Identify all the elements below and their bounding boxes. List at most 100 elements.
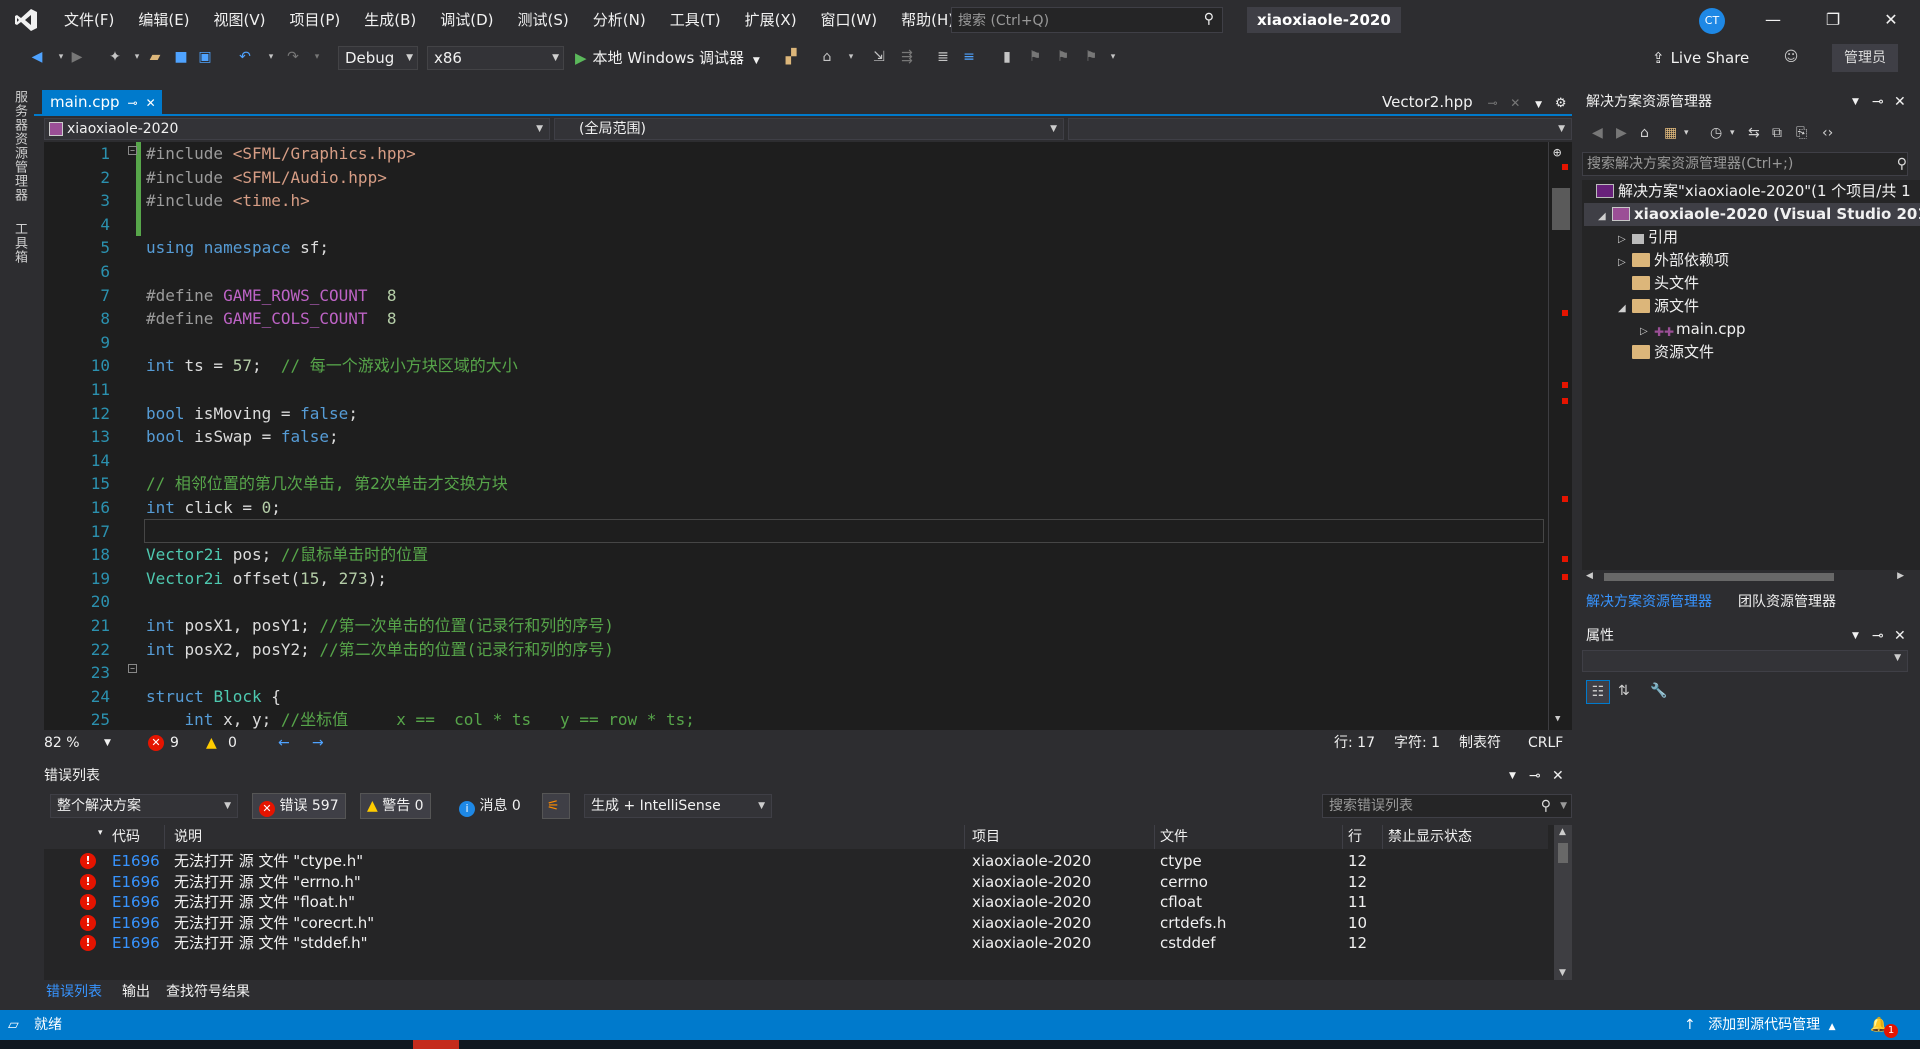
search-icon[interactable]: ⚲ (1541, 795, 1551, 817)
global-search-input[interactable]: 搜索 (Ctrl+Q) ⚲ (951, 7, 1223, 33)
collapsed-icon[interactable]: ▷ (1640, 320, 1654, 343)
table-row[interactable]: ! E1696 无法打开 源 文件 "corecrt.h" xiaoxiaole-20… (44, 913, 1548, 933)
code-line[interactable]: int ts = 57; // 每一个游戏小方块区域的大小 (146, 354, 518, 378)
collapsed-icon[interactable]: ▷ (1618, 251, 1632, 274)
warnings-filter-button[interactable]: ▲ 警告 0 (360, 793, 431, 819)
scroll-left-icon[interactable]: ◀ (1586, 571, 1593, 581)
tree-node-references[interactable]: ▷ 引用 (1618, 226, 1678, 249)
pin-icon[interactable]: ⊸ (128, 96, 138, 110)
pin-icon[interactable]: ⊸ (1529, 764, 1541, 788)
server-explorer-tab[interactable]: 服务器资源管理器 (10, 90, 29, 202)
undo-icon[interactable]: ↶ (236, 48, 254, 66)
menu-analyze[interactable]: 分析(N) (581, 0, 658, 40)
cell-code[interactable]: E1696 (112, 933, 160, 953)
search-icon[interactable]: ⚲ (1204, 11, 1214, 27)
chevron-down-icon[interactable]: ▾ (262, 48, 280, 66)
column-suppression[interactable]: 禁止显示状态 (1388, 825, 1472, 849)
zoom-level[interactable]: 82 % (44, 730, 80, 756)
close-panel-icon[interactable]: ✕ (1552, 764, 1564, 788)
chevron-down-icon[interactable]: ▾ (1730, 124, 1735, 142)
bookmark-icon[interactable]: ▮ (998, 48, 1016, 66)
error-count[interactable]: 9 (170, 730, 179, 756)
code-editor[interactable]: 1 2 3 4 5 6 7 8 9 10 11 12 13 14 15 16 17 18 19 20 21 22 23 24 2… (44, 142, 1572, 730)
table-row[interactable]: ! E1696 无法打开 源 文件 "errno.h" xiaoxiaole-2020… (44, 872, 1548, 892)
close-tab-icon[interactable]: ✕ (146, 96, 156, 110)
toolbox-tab[interactable]: 工具箱 (10, 222, 29, 264)
visual-studio-logo-icon[interactable] (0, 0, 52, 40)
solution-search-input[interactable]: 搜索解决方案资源管理器(Ctrl+;) ⚲ (1582, 152, 1908, 176)
editor-vertical-scrollbar[interactable]: ⊕ ▼ (1548, 142, 1572, 730)
notification-count[interactable]: 1 (1884, 1024, 1898, 1038)
source-control-button[interactable]: ↑ 添加到源代码管理 ▲ (1684, 1010, 1836, 1042)
errors-filter-button[interactable]: ✕ 错误 597 (252, 793, 346, 819)
chevron-down-icon[interactable]: ▾ (1104, 48, 1122, 66)
tab-mode[interactable]: 制表符 (1459, 730, 1501, 756)
menu-window[interactable]: 窗口(W) (809, 0, 890, 40)
column-code[interactable]: 代码 (112, 825, 140, 849)
tab-vector2-hpp[interactable]: Vector2.hpp ⊸ ✕ ▼ ⚙ (1382, 90, 1567, 114)
solution-horizontal-scrollbar[interactable]: ◀ ▶ (1582, 570, 1908, 584)
column-separator[interactable] (1154, 825, 1155, 849)
tree-node-external-deps[interactable]: ▷ 外部依赖项 (1618, 249, 1729, 272)
chevron-down-icon[interactable]: ▾ (128, 48, 146, 66)
code-line[interactable]: Vector2i offset(15, 273); (146, 567, 387, 591)
platform-select[interactable]: x86 ▼ (427, 46, 564, 70)
avatar[interactable]: CT (1699, 8, 1725, 34)
collapse-icon[interactable]: − (128, 664, 137, 673)
line-ending[interactable]: CRLF (1528, 730, 1563, 756)
menu-project[interactable]: 项目(P) (278, 0, 353, 40)
code-line[interactable]: bool isMoving = false; (146, 402, 358, 426)
code-line[interactable]: int click = 0; (146, 496, 281, 520)
error-list-search-input[interactable]: 搜索错误列表 ⚲ ▼ (1322, 794, 1572, 818)
scope-dropdown[interactable]: (全局范围) ▼ (554, 118, 1064, 140)
member-dropdown[interactable]: ▼ (1068, 118, 1572, 140)
step-over-icon[interactable]: ⇶ (898, 48, 916, 66)
back-icon[interactable]: ◀ (1592, 124, 1603, 142)
process-icon[interactable]: ▞ (782, 48, 800, 66)
tab-main-cpp[interactable]: main.cpp ⊸ ✕ (42, 90, 162, 114)
tree-node-header-files[interactable]: 头文件 (1632, 272, 1699, 295)
close-window-icon[interactable]: ✕ (1868, 0, 1914, 40)
live-share-button[interactable]: ⇪ Live Share (1652, 46, 1749, 70)
build-filter-select[interactable]: 生成 + IntelliSense ▼ (584, 794, 772, 818)
code-line[interactable]: int posX1, posY1; //第一次单击的位置(记录行和列的序号) (146, 614, 614, 638)
chevron-down-icon[interactable]: ▼ (1560, 795, 1567, 817)
split-icon[interactable]: ⊕ (1553, 146, 1567, 160)
sync-icon[interactable]: ⇆ (1748, 124, 1760, 142)
warning-icon[interactable]: ▲ (206, 730, 217, 756)
tab-find-symbol-results[interactable]: 查找符号结果 (166, 980, 250, 1004)
project-dropdown[interactable]: xiaoxiaole-2020 ▼ (44, 118, 550, 140)
browser-link-icon[interactable]: ⌂ (818, 48, 836, 66)
step-into-icon[interactable]: ⇲ (870, 48, 888, 66)
comment-icon[interactable]: ≡ (960, 48, 978, 66)
prev-bookmark-icon[interactable]: ⚑ (1026, 48, 1044, 66)
tree-node-resource-files[interactable]: 资源文件 (1632, 341, 1714, 364)
chevron-down-icon[interactable]: ▾ (308, 48, 326, 66)
sort-icon[interactable]: ▾ (98, 821, 103, 845)
navigate-back-icon[interactable]: ◀ (28, 48, 46, 66)
scrollbar-thumb[interactable] (1558, 843, 1568, 863)
save-icon[interactable]: ■ (172, 48, 190, 66)
tab-output[interactable]: 输出 (122, 980, 150, 1004)
new-project-icon[interactable]: ✦ (106, 48, 124, 66)
code-line[interactable]: #include <SFML/Audio.hpp> (146, 166, 387, 190)
code-line[interactable]: #define GAME_COLS_COUNT 8 (146, 307, 396, 331)
collapse-all-icon[interactable]: ⧉ (1772, 124, 1782, 142)
close-tab-icon[interactable]: ✕ (1510, 96, 1520, 110)
next-bookmark-icon[interactable]: ⚑ (1054, 48, 1072, 66)
open-file-icon[interactable]: ▰ (146, 48, 164, 66)
start-debugging-button[interactable]: ▶ 本地 Windows 调试器 ▼ (575, 46, 760, 70)
tree-node-source-files[interactable]: ◢ 源文件 (1618, 295, 1699, 318)
pending-changes-icon[interactable]: ◷ (1710, 124, 1722, 142)
next-issue-icon[interactable]: → (312, 730, 324, 756)
menu-view[interactable]: 视图(V) (202, 0, 278, 40)
chevron-down-icon[interactable]: ▼ (1852, 624, 1859, 648)
code-line[interactable]: int x, y; //坐标值 x == col * ts y == row *… (146, 708, 695, 730)
scroll-down-icon[interactable]: ▼ (1555, 714, 1560, 724)
minimize-icon[interactable]: — (1750, 0, 1796, 40)
filter-icon[interactable]: ⚟ (542, 793, 570, 819)
table-row[interactable]: ! E1696 无法打开 源 文件 "ctype.h" xiaoxiaole-2020… (44, 851, 1548, 871)
menu-test[interactable]: 测试(S) (506, 0, 581, 40)
tree-node-main-cpp[interactable]: ▷ ✚✚ main.cpp (1640, 318, 1746, 341)
collapse-icon[interactable]: − (128, 146, 137, 155)
